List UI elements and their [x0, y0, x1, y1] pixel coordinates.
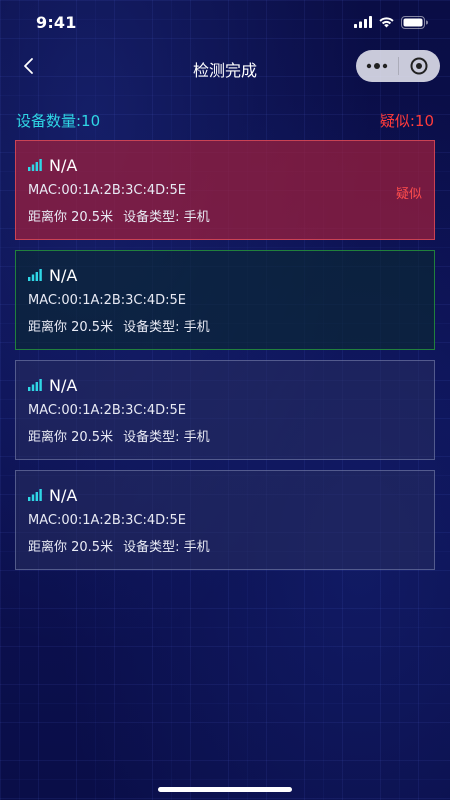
device-card[interactable]: N/A MAC:00:1A:2B:3C:4D:5E 距离你 20.5米 设备类型:…: [15, 250, 435, 350]
device-type: 设备类型: 手机: [123, 540, 210, 555]
device-info: 距离你 20.5米 设备类型: 手机: [28, 316, 422, 335]
device-mac: MAC:00:1A:2B:3C:4D:5E: [28, 513, 187, 528]
navigation-bar: 检测完成: [0, 44, 450, 90]
status-bar: 9:41: [0, 0, 450, 44]
device-info: 距离你 20.5米 设备类型: 手机: [28, 206, 422, 225]
home-indicator[interactable]: [158, 787, 292, 792]
close-button[interactable]: [399, 50, 441, 82]
cellular-signal-icon: [354, 16, 372, 28]
close-target-icon: [410, 57, 428, 75]
device-card-header: N/A: [28, 263, 422, 287]
device-info: 距离你 20.5米 设备类型: 手机: [28, 426, 422, 445]
status-time: 9:41: [36, 12, 77, 32]
device-type: 设备类型: 手机: [123, 320, 210, 335]
battery-icon: [401, 15, 428, 29]
device-mac: MAC:00:1A:2B:3C:4D:5E: [28, 403, 187, 418]
device-distance: 距离你 20.5米: [28, 320, 114, 335]
device-card[interactable]: N/A MAC:00:1A:2B:3C:4D:5E 距离你 20.5米 设备类型:…: [15, 470, 435, 570]
more-dots-icon: [366, 63, 387, 69]
device-type: 设备类型: 手机: [123, 430, 210, 445]
more-button[interactable]: [356, 50, 398, 82]
device-distance: 距离你 20.5米: [28, 210, 114, 225]
device-type: 设备类型: 手机: [123, 210, 210, 225]
device-card-header: N/A: [28, 483, 422, 507]
device-name: N/A: [49, 485, 78, 505]
device-info: 距离你 20.5米 设备类型: 手机: [28, 536, 422, 555]
summary-row: 设备数量:10 疑似:10: [16, 110, 434, 131]
device-mac: MAC:00:1A:2B:3C:4D:5E: [28, 183, 187, 198]
device-name: N/A: [49, 375, 78, 395]
signal-strength-icon: [28, 379, 42, 391]
status-icons: [354, 15, 428, 29]
device-card-header: N/A: [28, 153, 422, 177]
suspect-flag: 疑似: [395, 187, 422, 202]
device-card-header: N/A: [28, 373, 422, 397]
device-card[interactable]: N/A MAC:00:1A:2B:3C:4D:5E 距离你 20.5米 设备类型:…: [15, 360, 435, 460]
device-distance: 距离你 20.5米: [28, 430, 114, 445]
mini-program-capsule: [356, 50, 440, 82]
signal-strength-icon: [28, 489, 42, 501]
device-card[interactable]: N/A MAC:00:1A:2B:3C:4D:5E 距离你 20.5米 设备类型:…: [15, 140, 435, 240]
device-count: 设备数量:10: [16, 112, 101, 130]
device-mac: MAC:00:1A:2B:3C:4D:5E: [28, 293, 187, 308]
device-name: N/A: [49, 265, 78, 285]
device-name: N/A: [49, 155, 78, 175]
signal-strength-icon: [28, 269, 42, 281]
signal-strength-icon: [28, 159, 42, 171]
suspect-count: 疑似:10: [379, 112, 434, 130]
device-distance: 距离你 20.5米: [28, 540, 114, 555]
wifi-icon: [379, 17, 394, 28]
